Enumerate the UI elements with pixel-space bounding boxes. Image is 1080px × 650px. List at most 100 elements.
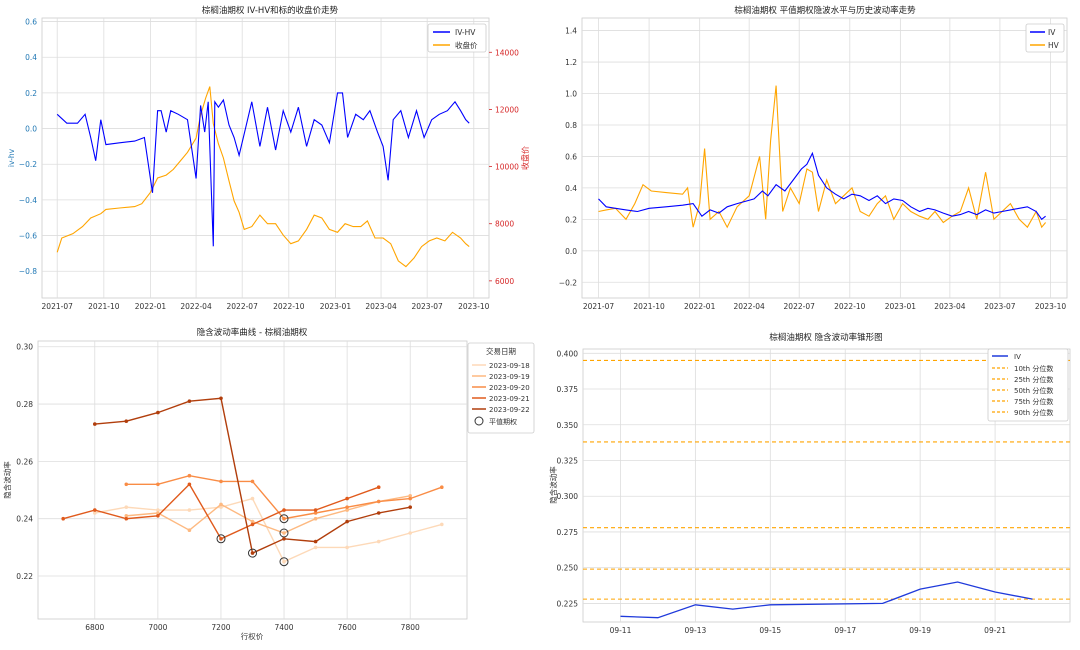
y-tick-label: 0.6 — [565, 152, 577, 161]
data-point — [440, 522, 444, 527]
x-tick-label: 7000 — [148, 623, 167, 632]
data-point — [124, 419, 129, 423]
x-tick-label: 2023-01 — [320, 302, 352, 311]
data-point — [187, 473, 192, 478]
data-point — [219, 396, 223, 401]
y-tick-label: 0.22 — [16, 572, 33, 581]
x-tick-label: 09-15 — [759, 626, 781, 635]
legend-label: 90th 分位数 — [1014, 408, 1053, 417]
data-point — [219, 479, 223, 484]
x-tick-label: 2023-04 — [934, 302, 966, 311]
x-tick-label: 09-11 — [610, 626, 632, 635]
plot-frame — [41, 17, 490, 299]
y2-tick-label: 6000 — [495, 277, 514, 286]
chart-title: 棕榈油期权 隐含波动率锥形图 — [769, 332, 882, 343]
x-tick-label: 2021-07 — [42, 302, 74, 311]
data-point — [93, 508, 97, 512]
x-tick-label: 7600 — [338, 623, 357, 632]
data-point — [408, 496, 413, 501]
y2-tick-label: 12000 — [495, 105, 519, 114]
x-tick-label: 2023-10 — [458, 302, 490, 311]
legend-label: 25th 分位数 — [1014, 375, 1053, 384]
y-tick-label: −0.2 — [559, 278, 577, 287]
y-tick-label: 1.0 — [565, 90, 577, 99]
y-tick-label: 0.325 — [557, 456, 579, 465]
data-point — [376, 539, 381, 544]
x-tick-label: 2022-10 — [834, 302, 866, 311]
x-tick-label: 6800 — [85, 623, 104, 632]
chart-iv-cone: 09-11 09-13 09-15 09-17 09-19 09-21 0.400 0.375… — [540, 323, 1080, 646]
y-tick-label: 0.26 — [16, 457, 33, 466]
x-tick-label: 2023-10 — [1035, 302, 1067, 311]
y-tick-label: 0.2 — [25, 89, 37, 98]
y-axis-label: 隐含波动率 — [548, 466, 558, 504]
data-point — [219, 537, 223, 541]
y2-tick-label: 10000 — [495, 163, 519, 172]
data-point — [93, 422, 97, 426]
chart-iv-hv-close: 2021-07 2021-10 2022-01 2022-04 2022-07 2022-… — [0, 0, 540, 323]
y2-tick-label: 8000 — [495, 220, 514, 229]
data-point — [282, 508, 286, 512]
data-point — [408, 531, 413, 535]
data-point — [313, 539, 318, 544]
y2-axis-label: 收盘价 — [520, 146, 530, 170]
data-point — [187, 508, 192, 512]
data-point — [345, 505, 349, 509]
legend-label: IV-HV — [455, 28, 476, 37]
y-tick-label: 0.250 — [557, 564, 579, 573]
y-axis-label: iv-hv — [7, 148, 16, 167]
data-point — [187, 528, 192, 532]
x-tick-label: 7200 — [211, 623, 230, 632]
y-tick-label: 0.6 — [25, 18, 37, 27]
x-tick-label: 2021-07 — [583, 302, 615, 311]
legend: IV 10th 分位数 25th 分位数 50th 分位数 75th 分位数 90th 分… — [987, 348, 1069, 422]
x-tick-label: 2022-04 — [733, 302, 765, 311]
data-point — [282, 559, 286, 564]
legend-label: 2023-09-20 — [489, 384, 530, 392]
x-tick-label: 7800 — [401, 623, 420, 632]
y-tick-label: −0.4 — [19, 196, 37, 205]
legend-label: 2023-09-22 — [489, 406, 530, 414]
y-tick-label: −0.6 — [19, 232, 37, 241]
y-tick-label: 0.8 — [565, 121, 577, 130]
data-point — [250, 496, 255, 501]
y-tick-label: −0.8 — [19, 267, 37, 276]
data-point — [282, 531, 286, 535]
data-point — [124, 482, 129, 487]
data-point — [282, 537, 286, 541]
y-axis-label: 隐含波动率 — [2, 461, 12, 499]
y-tick-label: 0.0 — [25, 125, 37, 134]
y-tick-label: 0.28 — [16, 400, 33, 409]
x-tick-label: 2021-10 — [88, 302, 120, 311]
legend-label: 平值期权 — [489, 417, 517, 426]
data-point — [61, 516, 65, 521]
chart-title: 隐含波动率曲线 - 棕榈油期权 — [197, 327, 308, 338]
x-tick-label: 2022-10 — [273, 302, 305, 311]
x-tick-label: 2022-07 — [227, 302, 259, 311]
y-tick-label: 1.4 — [565, 27, 577, 36]
data-point — [313, 516, 318, 521]
data-point — [187, 399, 192, 403]
data-point — [187, 482, 192, 487]
legend: IV-HV 收盘价 — [427, 23, 487, 53]
x-tick-label: 2022-04 — [180, 302, 212, 311]
y2-tick-label: 14000 — [495, 48, 519, 57]
legend-label: 75th 分位数 — [1014, 397, 1053, 406]
chart-title: 棕榈油期权 IV-HV和标的收盘价走势 — [202, 5, 339, 16]
legend-label: IV — [1014, 353, 1021, 361]
legend-label: 2023-09-19 — [489, 373, 530, 381]
data-point — [345, 545, 349, 550]
x-tick-label: 2022-01 — [135, 302, 167, 311]
x-tick-label: 09-19 — [909, 626, 931, 635]
x-tick-label: 09-13 — [684, 626, 706, 635]
y-tick-label: 0.30 — [16, 343, 33, 352]
legend-label: IV — [1048, 28, 1056, 37]
x-axis-label: 行权价 — [241, 631, 264, 641]
plot-frame — [581, 17, 1068, 299]
data-point — [250, 522, 255, 527]
data-point — [440, 485, 444, 489]
data-point — [219, 502, 223, 507]
legend-label: 50th 分位数 — [1014, 386, 1053, 395]
data-point — [250, 479, 255, 484]
data-point — [376, 485, 381, 489]
